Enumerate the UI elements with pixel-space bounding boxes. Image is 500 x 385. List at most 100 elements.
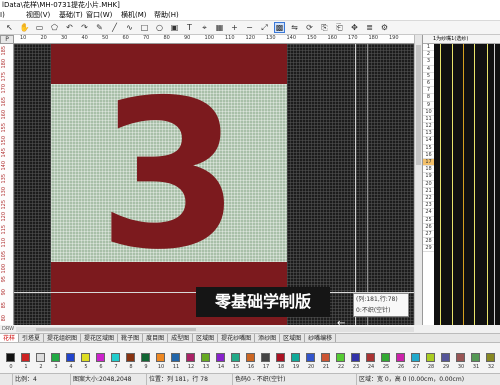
layer-icon[interactable]: ≣ <box>364 22 375 33</box>
menu-item-5[interactable]: 帮助(H) <box>154 10 179 21</box>
palette-swatch-16[interactable] <box>246 353 255 362</box>
move-icon[interactable]: ✥ <box>349 22 360 33</box>
pattern-grid[interactable]: 3 <box>14 44 414 325</box>
tab-10[interactable]: 区域图 <box>280 334 306 342</box>
tab-3[interactable]: 提花区域图 <box>81 334 119 342</box>
vertical-scrollbar[interactable] <box>414 35 422 325</box>
yarn-row-number[interactable]: 10 <box>423 109 434 116</box>
tab-6[interactable]: 成型图 <box>168 334 194 342</box>
rectangle-icon[interactable]: □ <box>139 22 150 33</box>
palette-swatch-28[interactable] <box>426 353 435 362</box>
palette-swatch-9[interactable] <box>141 353 150 362</box>
palette-swatch-2[interactable] <box>36 353 45 362</box>
mirror-icon[interactable]: ⇋ <box>289 22 300 33</box>
fill-icon[interactable]: ▣ <box>169 22 180 33</box>
palette-swatch-1[interactable] <box>21 353 30 362</box>
palette-swatch-14[interactable] <box>216 353 225 362</box>
tab-7[interactable]: 区域图 <box>193 334 219 342</box>
pointer-icon[interactable]: ↖ <box>4 22 15 33</box>
ellipse-icon[interactable]: ○ <box>154 22 165 33</box>
palette-swatch-11[interactable] <box>171 353 180 362</box>
yarn-row-number[interactable]: 25 <box>423 217 434 224</box>
pencil-icon[interactable]: ✎ <box>94 22 105 33</box>
palette-swatch-32[interactable] <box>486 353 495 362</box>
palette-swatch-12[interactable] <box>186 353 195 362</box>
yarn-row-number[interactable]: 17 <box>423 159 434 167</box>
yarn-row-number[interactable]: 22 <box>423 195 434 203</box>
zoom-in-icon[interactable]: + <box>229 22 240 33</box>
yarn-row-number[interactable]: 13 <box>423 130 434 138</box>
yarn-row-number[interactable]: 4 <box>423 66 434 73</box>
hscroll-thumb[interactable] <box>36 328 196 331</box>
palette-swatch-20[interactable] <box>306 353 315 362</box>
menu-item-1[interactable]: 视图(V) <box>26 10 50 21</box>
palette-swatch-10[interactable] <box>156 353 165 362</box>
redo-icon[interactable]: ↷ <box>79 22 90 33</box>
palette-swatch-19[interactable] <box>291 353 300 362</box>
yarn-row-number[interactable]: 6 <box>423 80 434 88</box>
yarn-row-number[interactable]: 7 <box>423 87 434 95</box>
rotate-icon[interactable]: ⟳ <box>304 22 315 33</box>
palette-swatch-5[interactable] <box>81 353 90 362</box>
yarn-row-number[interactable]: 11 <box>423 116 434 124</box>
palette-swatch-29[interactable] <box>441 353 450 362</box>
settings-icon[interactable]: ⚙ <box>379 22 390 33</box>
polygon-select-icon[interactable]: ⬠ <box>49 22 60 33</box>
yarn-row-number[interactable]: 26 <box>423 224 434 231</box>
yarn-row-number[interactable]: 29 <box>423 245 434 253</box>
yarn-row-number[interactable]: 20 <box>423 181 434 188</box>
yarn-row-number[interactable]: 12 <box>423 123 434 131</box>
scroll-thumb[interactable] <box>416 45 421 165</box>
palette-swatch-13[interactable] <box>201 353 210 362</box>
yarn-row-number[interactable]: 14 <box>423 137 434 145</box>
undo-icon[interactable]: ↶ <box>64 22 75 33</box>
text-icon[interactable]: T <box>184 22 195 33</box>
zoom-out-icon[interactable]: − <box>244 22 255 33</box>
yarn-row-number[interactable]: 24 <box>423 209 434 217</box>
yarn-row-number[interactable]: 23 <box>423 202 434 210</box>
palette-swatch-4[interactable] <box>66 353 75 362</box>
palette-swatch-8[interactable] <box>126 353 135 362</box>
tab-4[interactable]: 靴子图 <box>118 334 144 342</box>
palette-swatch-7[interactable] <box>111 353 120 362</box>
yarn-row-number[interactable]: 9 <box>423 102 434 109</box>
curve-icon[interactable]: ∿ <box>124 22 135 33</box>
palette-swatch-31[interactable] <box>471 353 480 362</box>
yarn-row-number[interactable]: 19 <box>423 173 434 181</box>
tab-0[interactable]: 花样 <box>0 334 20 342</box>
tab-5[interactable]: 度目图 <box>143 334 169 342</box>
palette-swatch-22[interactable] <box>336 353 345 362</box>
yarn-row-number[interactable]: 3 <box>423 58 434 66</box>
fit-icon[interactable]: ⤢ <box>259 22 270 33</box>
palette-swatch-27[interactable] <box>411 353 420 362</box>
yarn-row-number[interactable]: 5 <box>423 73 434 80</box>
palette-swatch-25[interactable] <box>381 353 390 362</box>
horizontal-scrollbar[interactable] <box>16 327 414 332</box>
palette-swatch-15[interactable] <box>231 353 240 362</box>
line-icon[interactable]: ╱ <box>109 22 120 33</box>
tab-8[interactable]: 提花纱嘴图 <box>218 334 256 342</box>
paste-icon[interactable]: ⎗ <box>334 22 345 33</box>
menu-item-0[interactable]: I) <box>0 10 5 21</box>
tab-11[interactable]: 纱嘴编移 <box>305 334 337 342</box>
menu-item-2[interactable]: 基础(T) <box>59 10 83 21</box>
yarn-row-number[interactable]: 15 <box>423 145 434 152</box>
menu-item-3[interactable]: 窗口(W) <box>86 10 112 21</box>
hand-icon[interactable]: ✋ <box>19 22 30 33</box>
yarn-row-number[interactable]: 16 <box>423 152 434 159</box>
color-replace-icon[interactable]: ▩ <box>274 22 285 33</box>
palette-swatch-24[interactable] <box>366 353 375 362</box>
palette-swatch-0[interactable] <box>6 353 15 362</box>
grid-select-icon[interactable]: ▦ <box>214 22 225 33</box>
palette-swatch-3[interactable] <box>51 353 60 362</box>
tab-9[interactable]: 添纱图 <box>255 334 281 342</box>
rectangle-select-icon[interactable]: ▭ <box>34 22 45 33</box>
yarn-row-number[interactable]: 28 <box>423 238 434 246</box>
tab-2[interactable]: 提花组织图 <box>44 334 82 342</box>
palette-swatch-21[interactable] <box>321 353 330 362</box>
yarn-row-number[interactable]: 2 <box>423 51 434 59</box>
menu-item-4[interactable]: 横机(M) <box>121 10 147 21</box>
tab-1[interactable]: 引塔夏 <box>19 334 45 342</box>
palette-swatch-30[interactable] <box>456 353 465 362</box>
copy-icon[interactable]: ⎘ <box>319 22 330 33</box>
